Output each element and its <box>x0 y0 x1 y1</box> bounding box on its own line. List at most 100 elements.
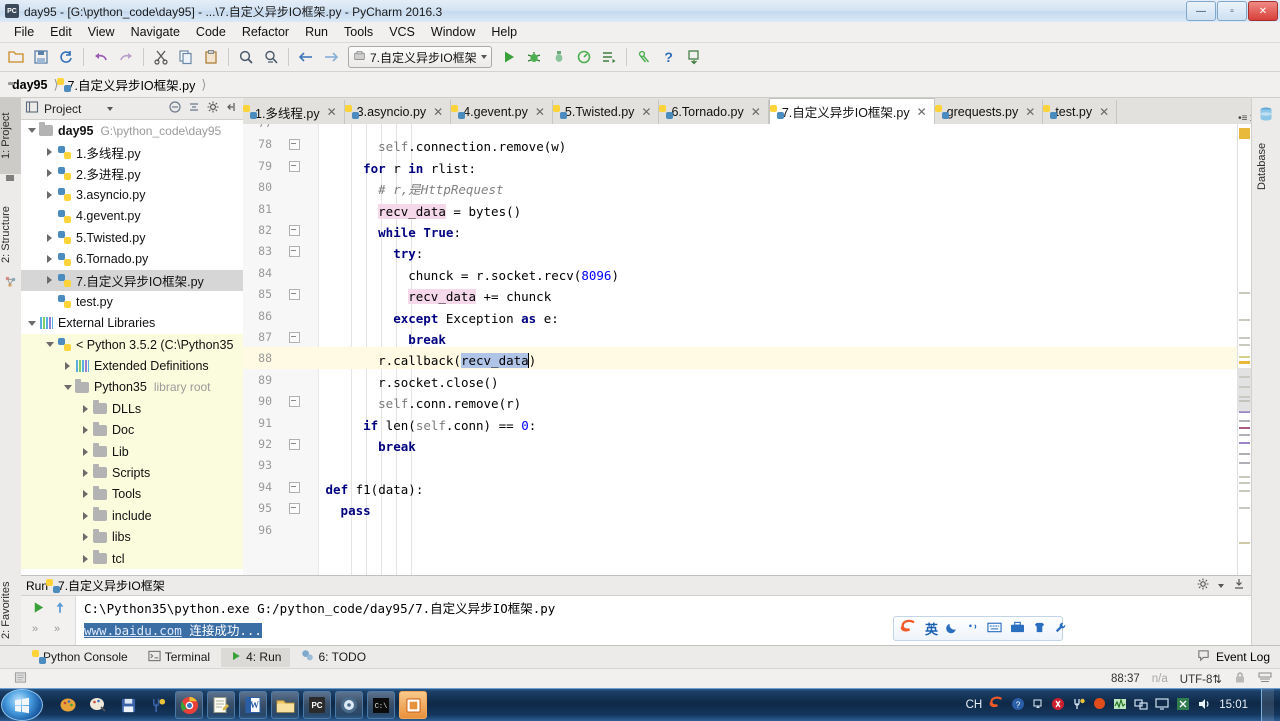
tree-item[interactable]: Lib <box>21 441 243 462</box>
chevron-right-icon[interactable] <box>79 490 92 498</box>
tree-item[interactable]: 6.Tornado.py <box>21 248 243 269</box>
tree-item[interactable]: External Libraries <box>21 313 243 334</box>
start-button[interactable] <box>1 689 43 721</box>
menu-edit[interactable]: Edit <box>42 23 80 41</box>
moon-icon[interactable] <box>946 621 959 637</box>
code-line[interactable]: recv_data += chunck <box>408 286 551 307</box>
tree-item[interactable]: 4.gevent.py <box>21 206 243 227</box>
close-icon[interactable]: ✕ <box>917 105 927 119</box>
taskbar-tool-icon[interactable] <box>145 692 171 718</box>
menu-tools[interactable]: Tools <box>336 23 381 41</box>
taskbar-media-icon[interactable] <box>335 691 363 719</box>
code-line[interactable]: break <box>378 436 416 457</box>
chevron-right-icon[interactable] <box>79 469 92 477</box>
code-line[interactable]: r.socket.close() <box>378 372 498 393</box>
code-line[interactable]: # r,是HttpRequest <box>378 179 503 200</box>
sidebar-item-database[interactable]: Database <box>1256 126 1277 206</box>
help-tray-icon[interactable]: ? <box>1011 697 1025 714</box>
menu-navigate[interactable]: Navigate <box>123 23 188 41</box>
scrollbar-marker[interactable] <box>1239 356 1250 358</box>
scrollbar-marker[interactable] <box>1239 453 1250 455</box>
collapse-all-icon[interactable] <box>168 100 182 117</box>
rerun-up-arrow-icon[interactable] <box>53 600 67 618</box>
tree-item[interactable]: Doc <box>21 419 243 440</box>
forward-icon[interactable] <box>319 45 343 69</box>
tree-item[interactable]: 1.多线程.py <box>21 141 243 162</box>
editor-tab[interactable]: 7.自定义异步IO框架.py✕ <box>769 98 935 124</box>
help-icon[interactable]: ? <box>657 45 681 69</box>
monitor-tray-icon[interactable] <box>1113 697 1127 714</box>
scrollbar-marker[interactable] <box>1239 542 1250 544</box>
scrollbar-marker[interactable] <box>1239 507 1250 509</box>
menu-refactor[interactable]: Refactor <box>234 23 297 41</box>
show-desktop-button[interactable] <box>1261 689 1274 721</box>
taskbar-colorpick-icon[interactable] <box>85 692 111 718</box>
code-fold-marker[interactable] <box>289 161 300 172</box>
tool-tray-icon[interactable] <box>1072 697 1086 714</box>
inspection-icon[interactable] <box>1258 671 1272 687</box>
find-icon[interactable] <box>234 45 258 69</box>
close-icon[interactable]: ✕ <box>327 105 337 119</box>
taskbar-active-app-icon[interactable] <box>399 691 427 719</box>
debug-icon[interactable] <box>522 45 546 69</box>
sogou-tray-icon[interactable] <box>989 696 1004 714</box>
display-tray-icon[interactable] <box>1155 697 1169 714</box>
code-line[interactable]: recv_data = bytes() <box>378 201 521 222</box>
code-fold-marker[interactable] <box>289 246 300 257</box>
chevron-right-icon[interactable] <box>43 191 56 199</box>
caret-position[interactable]: 88:37 <box>1111 673 1140 685</box>
taskbar-word-icon[interactable]: W <box>239 691 267 719</box>
editor-tab[interactable]: grequests.py✕ <box>935 100 1044 124</box>
code-line[interactable]: while True: <box>378 222 461 243</box>
comma-icon[interactable] <box>967 621 979 637</box>
console-output-line[interactable]: www.baidu.com 连接成功... <box>84 620 1251 642</box>
code-fold-marker[interactable] <box>289 289 300 300</box>
taskbar-chrome-icon[interactable] <box>175 691 203 719</box>
settings-gear-icon[interactable] <box>1196 577 1210 594</box>
tree-item[interactable]: libs <box>21 526 243 547</box>
cut-icon[interactable] <box>149 45 173 69</box>
sidebar-item-project[interactable]: 1: Project <box>0 98 21 174</box>
keyboard-icon[interactable] <box>987 621 1002 636</box>
ime-mode-label[interactable]: 英 <box>925 619 938 638</box>
tree-item[interactable]: day95G:\python_code\day95 <box>21 120 243 141</box>
redo-icon[interactable] <box>114 45 138 69</box>
excel-tray-icon[interactable] <box>1176 697 1190 714</box>
editor-tab[interactable]: 5.Twisted.py✕ <box>553 100 660 124</box>
taskbar-pycharm-icon[interactable]: PC <box>303 691 331 719</box>
sidebar-item-structure[interactable]: 2: Structure <box>0 190 21 280</box>
chevron-right-icon[interactable] <box>43 234 56 242</box>
scroll-down-icon[interactable]: » <box>32 623 38 635</box>
code-line[interactable]: self.connection.remove(w) <box>378 136 566 157</box>
scrollbar-marker[interactable] <box>1239 319 1250 321</box>
scrollbar-marker[interactable] <box>1239 292 1250 294</box>
scrollbar-marker[interactable] <box>1239 361 1250 364</box>
network-tray-icon[interactable] <box>1134 697 1148 714</box>
breadcrumb-item-file[interactable]: 7.自定义异步IO框架.py <box>64 75 202 94</box>
code-fold-marker[interactable] <box>289 332 300 343</box>
wrench-icon[interactable] <box>1054 621 1067 637</box>
chevron-down-icon[interactable] <box>25 128 38 133</box>
hide-panel-icon[interactable] <box>225 100 239 117</box>
tree-item[interactable]: 7.自定义异步IO框架.py <box>21 270 243 291</box>
scrollbar-marker[interactable] <box>1239 476 1250 478</box>
editor-tab[interactable]: 6.Tornado.py✕ <box>659 100 768 124</box>
code-fold-marker[interactable] <box>289 225 300 236</box>
volume-tray-icon[interactable] <box>1197 697 1212 714</box>
menu-help[interactable]: Help <box>483 23 525 41</box>
expand-all-icon[interactable] <box>187 100 201 117</box>
tree-item[interactable]: tcl <box>21 548 243 569</box>
overflow-tray-icon[interactable] <box>1032 698 1044 713</box>
code-fold-marker[interactable] <box>289 139 300 150</box>
chevron-right-icon[interactable] <box>79 405 92 413</box>
chevron-down-icon[interactable] <box>25 321 38 326</box>
sidebar-item-favorites[interactable]: 2: Favorites <box>0 568 21 653</box>
tree-item[interactable]: Tools <box>21 484 243 505</box>
code-line[interactable]: for r in rlist: <box>363 158 476 179</box>
run-green-arrow-icon[interactable] <box>31 600 46 618</box>
editor-tab[interactable]: test.py✕ <box>1043 100 1117 124</box>
breadcrumb-item-project[interactable]: day95 <box>8 78 53 92</box>
code-line[interactable]: except Exception as e: <box>393 308 559 329</box>
chevron-down-icon[interactable] <box>1218 584 1224 588</box>
chevron-right-icon[interactable] <box>43 148 56 156</box>
